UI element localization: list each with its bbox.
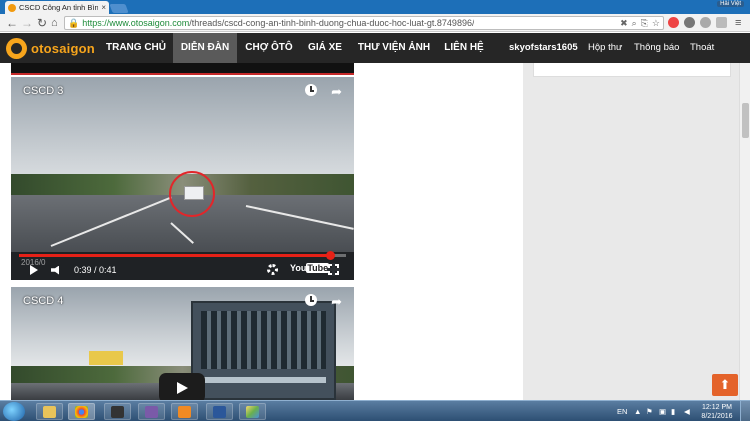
taskbar-word[interactable] (206, 403, 233, 420)
site-header: otosaigon TRANG CHỦ DIỄN ĐÀN CHỢ ÔTÔ GIÁ… (0, 33, 750, 63)
logo-icon (6, 38, 27, 59)
video-time: 0:39 / 0:41 (74, 265, 117, 275)
lock-icon: 🔒 (68, 17, 80, 28)
volume-icon[interactable] (51, 265, 59, 275)
nav-gallery[interactable]: THƯ VIỆN ẢNH (352, 33, 436, 63)
taskbar-app[interactable] (138, 403, 165, 420)
word-icon (213, 406, 226, 418)
scroll-to-top-button[interactable]: ⬆ (712, 374, 738, 396)
nav-car-prices[interactable]: GIÁ XE (301, 33, 349, 63)
menu-icon[interactable]: ≡ (735, 16, 741, 30)
red-circle-highlight (169, 171, 215, 217)
app-icon (145, 406, 158, 418)
share-icon[interactable]: ➦ (331, 84, 342, 100)
site-logo[interactable]: otosaigon (6, 38, 95, 59)
video-progress-bar[interactable] (19, 251, 346, 260)
sidebar-card (533, 63, 731, 77)
notifications-link[interactable]: Thông báo (634, 33, 679, 63)
browser-tabstrip: CSCD Công An tỉnh Bình × Hải Việt (0, 0, 750, 14)
sidebar (523, 63, 739, 400)
truck (191, 301, 336, 400)
watch-later-icon[interactable] (305, 294, 318, 306)
scrollbar-thumb[interactable] (742, 103, 749, 138)
new-tab-button[interactable] (109, 4, 129, 13)
logo-text: otosaigon (31, 41, 95, 56)
language-indicator[interactable]: EN (617, 401, 627, 421)
chrome-icon (75, 406, 88, 418)
taskbar-clock[interactable]: 12:12 PM 8/21/2016 (697, 403, 737, 421)
play-icon[interactable] (30, 265, 38, 275)
folder-icon (43, 406, 56, 418)
address-bar[interactable]: 🔒 https://www.otosaigon.com/threads/cscd… (64, 16, 664, 30)
video-controls: 0:39 / 0:41 YouTube (11, 261, 354, 279)
youtube-play-button[interactable] (159, 373, 205, 400)
tab-close-icon[interactable]: × (101, 3, 106, 12)
bookmark-star-icon[interactable]: ☆ (652, 18, 660, 29)
forward-icon[interactable]: → (21, 16, 33, 30)
tab-title: CSCD Công An tỉnh Bình (19, 3, 99, 12)
cast-icon[interactable] (700, 17, 711, 28)
page-scrollbar[interactable] (739, 63, 750, 400)
watch-later-icon[interactable] (305, 84, 318, 96)
taskbar-chrome[interactable] (68, 403, 95, 420)
volume-tray-icon[interactable]: ◀ (684, 401, 690, 421)
extension-icon[interactable] (716, 17, 727, 28)
nav-contact[interactable]: LIÊN HỆ (437, 33, 491, 63)
tray-app-icon[interactable]: ▣ (659, 401, 666, 421)
youtube-logo[interactable]: YouTube (290, 263, 330, 273)
settings-gear-icon[interactable] (267, 264, 278, 275)
browser-toolbar: ← → ↻ ⌂ 🔒 https://www.otosaigon.com/thre… (0, 14, 750, 32)
nav-car-market[interactable]: CHỢ ÔTÔ (240, 33, 298, 63)
favicon-icon (8, 3, 16, 12)
clock-time: 12:12 PM (702, 404, 732, 411)
media-app-icon (111, 406, 124, 418)
inbox-link[interactable]: Hộp thư (588, 33, 622, 63)
tray-expand-icon[interactable]: ▲ (634, 401, 641, 421)
extension-icon[interactable] (684, 17, 695, 28)
fullscreen-icon[interactable] (327, 263, 340, 276)
progress-knob[interactable] (325, 251, 335, 260)
roadside-sign (89, 351, 123, 365)
taskbar-app[interactable] (104, 403, 131, 420)
start-button[interactable] (3, 402, 25, 421)
logout-link[interactable]: Thoát (690, 33, 714, 63)
video-player[interactable]: CSCD 4 ➦ (11, 287, 354, 400)
home-icon[interactable]: ⌂ (51, 16, 58, 30)
back-icon[interactable]: ← (6, 16, 18, 30)
app-icon (178, 406, 191, 418)
profile-label[interactable]: Hải Việt (717, 1, 744, 7)
video-title[interactable]: CSCD 4 (23, 295, 63, 307)
reload-icon[interactable]: ↻ (37, 16, 47, 30)
nav-forum[interactable]: DIỄN ĐÀN (173, 33, 237, 63)
taskbar-paint[interactable] (239, 403, 266, 420)
clock-date: 8/21/2016 (701, 413, 733, 420)
windows-taskbar: EN ▲ ⚑ ▣ ▮ ◀ 12:12 PM 8/21/2016 (0, 400, 750, 421)
video-title[interactable]: CSCD 3 (23, 85, 63, 97)
nav-home[interactable]: TRANG CHỦ (102, 33, 170, 63)
taskbar-app[interactable] (171, 403, 198, 420)
username-link[interactable]: skyofstars1605 (509, 33, 578, 63)
network-icon[interactable]: ▮ (671, 401, 675, 421)
browser-tab[interactable]: CSCD Công An tỉnh Bình × (5, 1, 109, 14)
paint-icon (246, 406, 259, 418)
translate-icon[interactable]: ⎘ (641, 18, 648, 29)
action-center-icon[interactable]: ⚑ (646, 401, 653, 421)
taskbar-explorer[interactable] (36, 403, 63, 420)
share-icon[interactable]: ➦ (331, 294, 342, 310)
video-player[interactable]: CSCD 3 ➦ 2016/0 0:39 / 0:41 YouTube (11, 77, 354, 280)
blocked-popup-icon[interactable]: ✖ (620, 18, 628, 29)
extension-icon[interactable] (668, 17, 679, 28)
show-desktop-button[interactable] (740, 401, 750, 421)
progress-fill (19, 254, 330, 257)
zoom-icon[interactable]: ⌕ (632, 18, 637, 29)
previous-video-bottom (11, 63, 354, 75)
url-text: https://www.otosaigon.com/threads/cscd-c… (82, 18, 475, 28)
